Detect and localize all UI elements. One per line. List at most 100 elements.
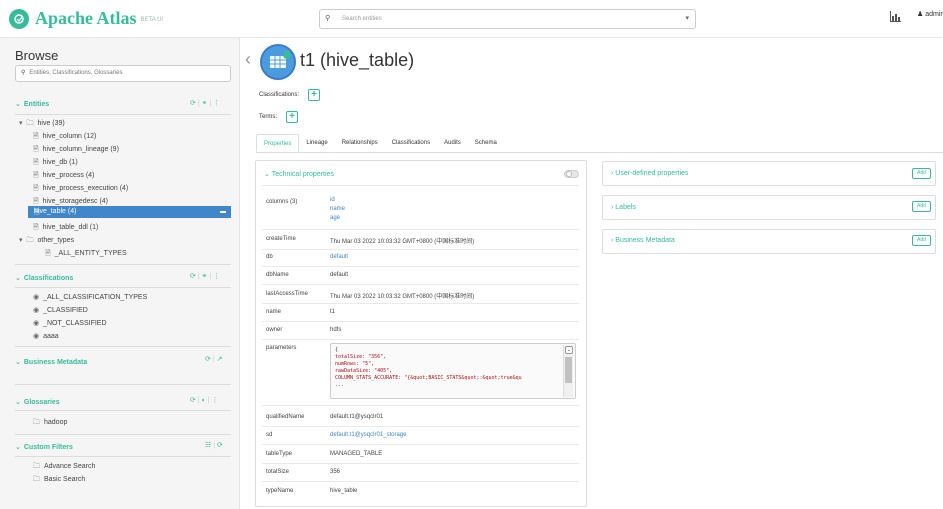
json-scrollbar[interactable]: ⌄ bbox=[563, 345, 573, 397]
prop-value-lastaccesstime: Thu Mar 03 2022 10:03:32 GMT+0800 (中国标准时… bbox=[330, 294, 475, 300]
user-menu[interactable]: ♟ admin bbox=[917, 10, 943, 18]
prop-value-sd[interactable]: default.t1@ysqclr01_storage bbox=[330, 432, 406, 438]
chevron-down-icon[interactable]: ⌄ bbox=[565, 346, 573, 354]
tab-properties[interactable]: Properties bbox=[256, 134, 300, 152]
glossary-item[interactable]: 🗀 hadoop bbox=[33, 418, 67, 429]
tree-item-label: hive_column_lineage (9) bbox=[42, 146, 119, 153]
tab-lineage[interactable]: Lineage bbox=[299, 134, 334, 152]
entities-label: Entities bbox=[23, 101, 50, 108]
prop-value-typename: hive_table bbox=[330, 488, 358, 494]
add-label-button[interactable]: Add bbox=[912, 201, 931, 212]
folder-icon: 🗀 bbox=[33, 463, 40, 470]
prop-key-parameters: parameters bbox=[266, 345, 297, 351]
show-empty-toggle[interactable] bbox=[564, 170, 579, 178]
json-line: numRows: "5", bbox=[335, 361, 375, 367]
search-icon: ⚲ bbox=[325, 15, 331, 22]
business-metadata-header[interactable]: › Business Metadata bbox=[611, 237, 675, 244]
tree-item-all-entity-types[interactable]: 🗎 _ALL_ENTITY_TYPES bbox=[45, 249, 127, 260]
prop-key-owner: owner bbox=[266, 327, 283, 333]
classification-item[interactable]: ◉ _CLASSIFIED bbox=[33, 306, 88, 314]
global-search-placeholder: Search entities bbox=[342, 16, 382, 22]
classifications-section-header[interactable]: ⌄ Classifications bbox=[15, 274, 73, 282]
labels-panel bbox=[602, 195, 936, 220]
divider bbox=[15, 114, 231, 115]
refresh-icon[interactable]: ⟳ bbox=[217, 442, 223, 449]
classification-item[interactable]: ◉ _ALL_CLASSIFICATION_TYPES bbox=[33, 293, 147, 301]
custom-filter-label: Advance Search bbox=[44, 463, 96, 470]
statistics-icon[interactable] bbox=[890, 11, 901, 22]
custom-filter-item[interactable]: 🗀 Advance Search bbox=[33, 462, 95, 473]
tab-relationships[interactable]: Relationships bbox=[335, 134, 385, 152]
tab-schema[interactable]: Schema bbox=[468, 134, 504, 152]
global-search-input[interactable]: ⚲ Search entities ▾ bbox=[319, 9, 696, 29]
json-line: totalSize: "356", bbox=[335, 354, 387, 360]
tree-item-label: _ALL_ENTITY_TYPES bbox=[54, 250, 127, 257]
tree-item-label: hive (39) bbox=[37, 120, 65, 127]
tree-item-hive-table-ddl[interactable]: 🗎 hive_table_ddl (1) bbox=[33, 223, 98, 234]
tree-item-hive-process[interactable]: 🗎 hive_process (4) bbox=[33, 171, 94, 182]
custom-filter-item[interactable]: 🗀 Basic Search bbox=[33, 475, 85, 486]
prop-key-qualifiedname: qualifiedName bbox=[266, 414, 305, 420]
parameters-json-viewer[interactable]: { totalSize: "356", numRows: "5", rawDat… bbox=[330, 343, 576, 399]
entities-tools: ⟳ | ⚭ | ⋮ bbox=[190, 100, 221, 107]
chevron-down-icon: ⌄ bbox=[264, 171, 272, 178]
technical-properties-header[interactable]: ⌄ Technical properties bbox=[264, 170, 334, 178]
chevron-down-icon: ⌄ bbox=[15, 399, 21, 406]
labels-header[interactable]: › Labels bbox=[611, 204, 636, 211]
divider bbox=[262, 303, 579, 304]
add-term-button[interactable]: + bbox=[286, 111, 298, 123]
custom-filters-label: Custom Filters bbox=[23, 444, 73, 451]
tree-item-hive-db[interactable]: 🗎 hive_db (1) bbox=[33, 158, 78, 169]
tree-item-hive-column[interactable]: 🗎 hive_column (12) bbox=[33, 132, 96, 143]
tab-classifications[interactable]: Classifications bbox=[385, 134, 437, 152]
collapse-icon[interactable] bbox=[220, 211, 226, 213]
sidebar-title: Browse bbox=[15, 48, 59, 63]
tree-item-other-types[interactable]: ▾ 🗀 other_types bbox=[19, 236, 74, 247]
prop-value-qualifiedname: default.t1@ysqclr01 bbox=[330, 414, 384, 420]
external-link-icon[interactable]: ↗ bbox=[217, 356, 223, 363]
prop-value-column-age[interactable]: age bbox=[330, 215, 340, 221]
tab-audits[interactable]: Audits bbox=[437, 134, 468, 152]
more-options-icon[interactable]: ⋮ bbox=[212, 397, 219, 404]
chevron-down-icon[interactable]: ▾ bbox=[685, 10, 689, 28]
add-classification-button[interactable]: + bbox=[308, 89, 320, 101]
sidebar-search-input[interactable]: ⚲ Entities, Classifications, Glossaries bbox=[15, 65, 231, 82]
business-metadata-section-header[interactable]: ⌄ Business Metadata bbox=[15, 358, 87, 366]
prop-value-column-name[interactable]: name bbox=[330, 206, 345, 212]
prop-key-lastaccesstime: lastAccessTime bbox=[266, 291, 308, 297]
user-icon: ♟ bbox=[917, 11, 924, 18]
prop-key-columns: columns (3) bbox=[266, 199, 298, 205]
json-line: COLUMN_STATS_ACCURATE: "{&quot;BASIC_STA… bbox=[335, 375, 522, 381]
prop-value-column-id[interactable]: id bbox=[330, 197, 335, 203]
tree-item-hive-process-execution[interactable]: 🗎 hive_process_execution (4) bbox=[33, 184, 128, 195]
glossaries-section-header[interactable]: ⌄ Glossaries bbox=[15, 398, 60, 406]
classification-label: aaaa bbox=[43, 333, 59, 340]
entities-section-header[interactable]: ⌄ Entities bbox=[15, 100, 49, 108]
prop-value-totalsize: 356 bbox=[330, 469, 341, 475]
user-defined-properties-header[interactable]: › User-defined properties bbox=[611, 170, 688, 177]
classification-item[interactable]: ◉ aaaa bbox=[33, 332, 59, 340]
classification-item[interactable]: ◉ _NOT_CLASSIFIED bbox=[33, 319, 107, 327]
app-logo[interactable]: Apache Atlas BETA UI bbox=[9, 8, 163, 29]
file-icon: 🗎 bbox=[33, 185, 39, 192]
folder-icon: 🗀 bbox=[26, 120, 34, 127]
chevron-down-icon: ⌄ bbox=[15, 101, 21, 108]
scrollbar-thumb[interactable] bbox=[565, 357, 572, 383]
entity-type: (hive_table) bbox=[320, 50, 415, 70]
chevron-down-icon: ⌄ bbox=[15, 359, 21, 366]
tree-item-hive-column-lineage[interactable]: 🗎 hive_column_lineage (9) bbox=[33, 145, 119, 156]
tree-item-hive[interactable]: ▾ 🗀 hive (39) bbox=[19, 119, 65, 130]
tree-item-hive-table[interactable]: 🗎 hive_table (4) bbox=[28, 206, 231, 218]
add-business-metadata-button[interactable]: Add bbox=[912, 235, 931, 246]
custom-filters-section-header[interactable]: ⌄ Custom Filters bbox=[15, 443, 73, 451]
classifications-tools: ⟳ | ⚭ | ⋮ bbox=[190, 273, 221, 280]
more-options-icon[interactable]: ⋮ bbox=[213, 273, 220, 280]
prop-value-db[interactable]: default bbox=[330, 254, 348, 260]
more-options-icon[interactable]: ⋮ bbox=[213, 100, 220, 107]
add-user-defined-property-button[interactable]: Add bbox=[912, 168, 931, 179]
back-chevron-icon[interactable]: ‹ bbox=[245, 49, 251, 70]
classification-label: _CLASSIFIED bbox=[43, 307, 88, 314]
caret-down-icon: ▾ bbox=[19, 237, 23, 244]
divider bbox=[262, 229, 579, 230]
divider bbox=[15, 346, 231, 347]
